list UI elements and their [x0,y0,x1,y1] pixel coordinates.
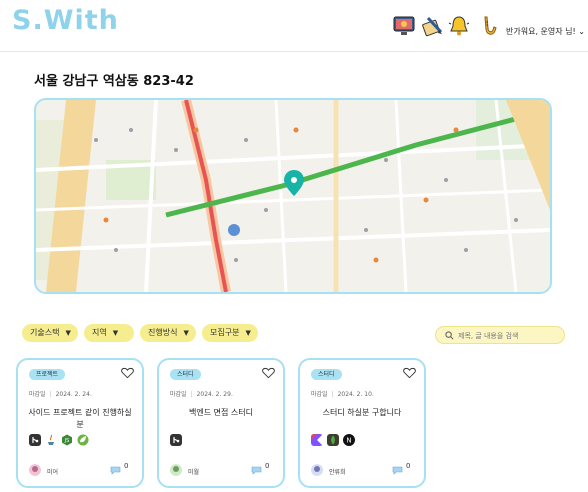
post-title[interactable]: 스터디 하실분 구합니다 [306,407,418,419]
filter-label: 기술스택 [30,328,60,337]
comment-count-value: 0 [124,462,129,470]
author-name: 미어 [47,469,59,476]
filter-label: 지역 [92,328,107,337]
deadline-date: 2024. 2. 10. [337,391,374,398]
filter-label: 진행방식 [148,328,178,337]
heart-icon[interactable] [403,367,416,379]
filter-tech-stack[interactable]: 기술스택 ▼ [22,324,78,342]
chevron-down-icon: ⌄ [578,27,585,36]
comment-icon [110,466,121,475]
user-greeting[interactable]: 반가워요, 운영자 님! ⌄ [506,26,585,37]
logo[interactable]: S.With [12,5,119,36]
comment-count: 0 [251,462,273,478]
search-input[interactable] [458,329,562,342]
heart-icon[interactable] [121,367,134,379]
filter-region[interactable]: 지역 ▼ [84,324,134,342]
bell-icon[interactable] [447,14,471,38]
chevron-down-icon: ▼ [245,329,251,337]
java-icon [45,434,57,446]
search-icon [445,331,454,340]
svg-text:JS: JS [64,438,70,444]
chevron-down-icon: ▼ [183,329,189,337]
chevron-down-icon: ▼ [65,329,71,337]
comment-count-value: 0 [265,462,270,470]
comment-icon [251,466,262,475]
deadline: 마감일 | 2024. 2. 10. [311,391,374,398]
post-title[interactable]: 사이드 프로젝트 같이 진행하실 분 [24,407,136,431]
location-map[interactable] [34,98,552,294]
write-icon[interactable] [420,14,444,38]
heart-icon[interactable] [262,367,275,379]
category-badge: 스터디 [311,369,342,380]
greeting-text: 반가워요, 운영자 님! [506,27,576,36]
nextjs-icon: N [343,434,355,446]
avatar [311,464,323,476]
search-box[interactable] [435,326,565,344]
svg-text:N: N [346,437,351,445]
filter-progress-method[interactable]: 진행방식 ▼ [140,324,196,342]
comment-icon [392,466,403,475]
git-icon [29,434,41,446]
post-card[interactable]: 스터디 마감일 | 2024. 2. 10. 스터디 하실분 구합니다 N 안류희 … [298,358,426,488]
post-title[interactable]: 백엔드 면접 스터디 [165,407,277,419]
comment-count-value: 0 [406,462,411,470]
monitor-icon[interactable] [392,14,416,38]
author-name: 미월 [188,469,200,476]
nodejs-icon: JS [62,434,72,446]
comment-count: 0 [392,462,414,478]
avatar [170,464,182,476]
deadline-label: 마감일 [170,391,187,398]
page-title: 서울 강남구 역삼동 823-42 [34,74,194,89]
filter-label: 모집구분 [210,328,240,337]
deadline: 마감일 | 2024. 2. 24. [29,391,92,398]
deadline-label: 마감일 [29,391,46,398]
category-badge: 프로젝트 [29,369,66,380]
git-icon [170,434,182,446]
spring-icon [77,434,89,446]
map-canvas[interactable] [36,100,550,292]
comment-count: 0 [110,462,132,478]
deadline-date: 2024. 2. 29. [196,391,233,398]
author-name: 안류희 [329,469,346,476]
mongodb-icon [327,434,339,446]
deadline: 마감일 | 2024. 2. 29. [170,391,233,398]
avatar [29,464,41,476]
deadline-label: 마감일 [311,391,328,398]
deadline-date: 2024. 2. 24. [55,391,92,398]
post-card[interactable]: 스터디 마감일 | 2024. 2. 29. 백엔드 면접 스터디 미월 0 [157,358,285,488]
kotlin-icon [311,434,323,446]
post-card[interactable]: 프로젝트 마감일 | 2024. 2. 24. 사이드 프로젝트 같이 진행하실 분… [16,358,144,488]
category-badge: 스터디 [170,369,201,380]
saxophone-icon[interactable] [476,14,500,38]
top-header: S.With 반가워요, 운영자 님! ⌄ [0,0,588,52]
filter-recruit-type[interactable]: 모집구분 ▼ [202,324,258,342]
chevron-down-icon: ▼ [112,329,119,337]
